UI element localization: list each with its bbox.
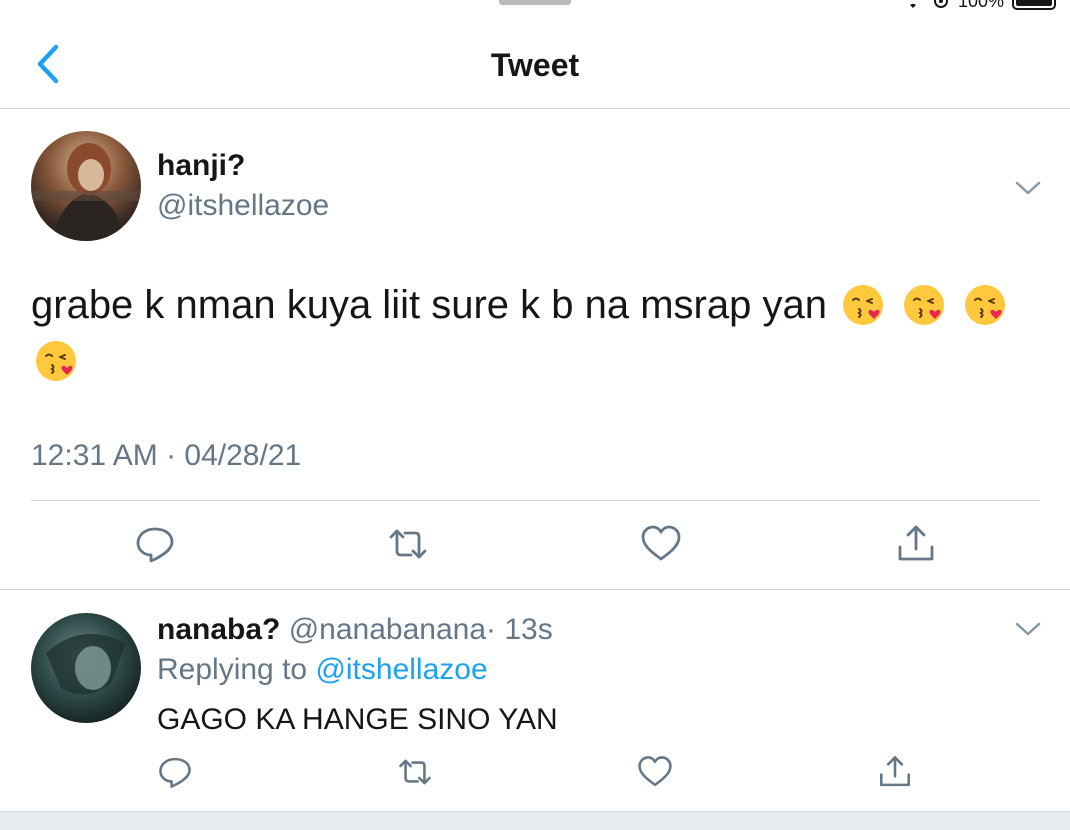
avatar[interactable] [31,131,141,241]
rotation-lock-icon [932,0,950,9]
tweet-menu-button[interactable] [1014,179,1042,197]
heart-icon [640,523,682,565]
share-icon [895,523,937,565]
reply-icon [134,523,176,565]
retweet-icon [397,754,433,790]
wifi-icon [902,0,924,9]
author-handle[interactable]: @itshellazoe [157,189,329,223]
reply-like-button[interactable] [637,754,673,790]
reply-button[interactable] [134,523,176,565]
status-bar: 100% [0,0,1070,12]
face-blowing-kiss-emoji [965,285,1006,325]
face-blowing-kiss-emoji [843,285,884,325]
reply-reply-button[interactable] [157,754,193,790]
nav-bar: Tweet [0,20,1070,109]
reply-author-handle[interactable]: @nanabanana [289,613,486,646]
battery-percent: 100% [957,0,1004,11]
chevron-down-icon [1014,620,1042,638]
replying-prefix: Replying to [157,653,308,686]
reply-share-button[interactable] [877,754,913,790]
replying-to-link[interactable]: @itshellazoe [315,653,487,686]
status-icons: 100% [902,0,1056,12]
divider [31,500,1040,501]
face-blowing-kiss-emoji [904,285,945,325]
reply-author-name[interactable]: nanaba? [157,613,280,646]
battery-icon [1012,0,1056,10]
reply-age: · 13s [486,613,553,646]
reply-text: GAGO KA HANGE SINO YAN [157,703,558,736]
heart-icon [637,754,673,790]
reply-avatar[interactable] [31,613,141,723]
reply-icon [157,754,193,790]
tweet-text-content: grabe k nman kuya liit sure k b na msrap… [31,283,827,327]
bottom-separator [0,811,1070,830]
reply-header: nanaba? @nanabanana· 13s [157,613,553,647]
home-indicator [499,0,571,5]
reply-retweet-button[interactable] [397,754,433,790]
author-name[interactable]: hanji? [157,149,245,183]
share-icon [877,754,913,790]
reply-tweet[interactable]: nanaba? @nanabanana· 13s Replying to @it… [0,590,1070,811]
reply-actions [0,754,1070,794]
retweet-icon [387,523,429,565]
replying-to: Replying to @itshellazoe [157,653,488,687]
tweet-text: grabe k nman kuya liit sure k b na msrap… [31,277,1031,389]
page-title: Tweet [490,47,580,83]
reply-menu-button[interactable] [1014,620,1042,638]
tweet-timestamp: 12:31 AM · 04/28/21 [31,439,302,472]
like-button[interactable] [640,523,682,565]
retweet-button[interactable] [387,523,429,565]
face-blowing-kiss-emoji [36,341,76,381]
tweet-actions [0,519,1070,569]
share-button[interactable] [895,523,937,565]
chevron-down-icon [1014,179,1042,197]
main-tweet: hanji? @itshellazoe grabe k nman kuya li… [0,109,1070,590]
